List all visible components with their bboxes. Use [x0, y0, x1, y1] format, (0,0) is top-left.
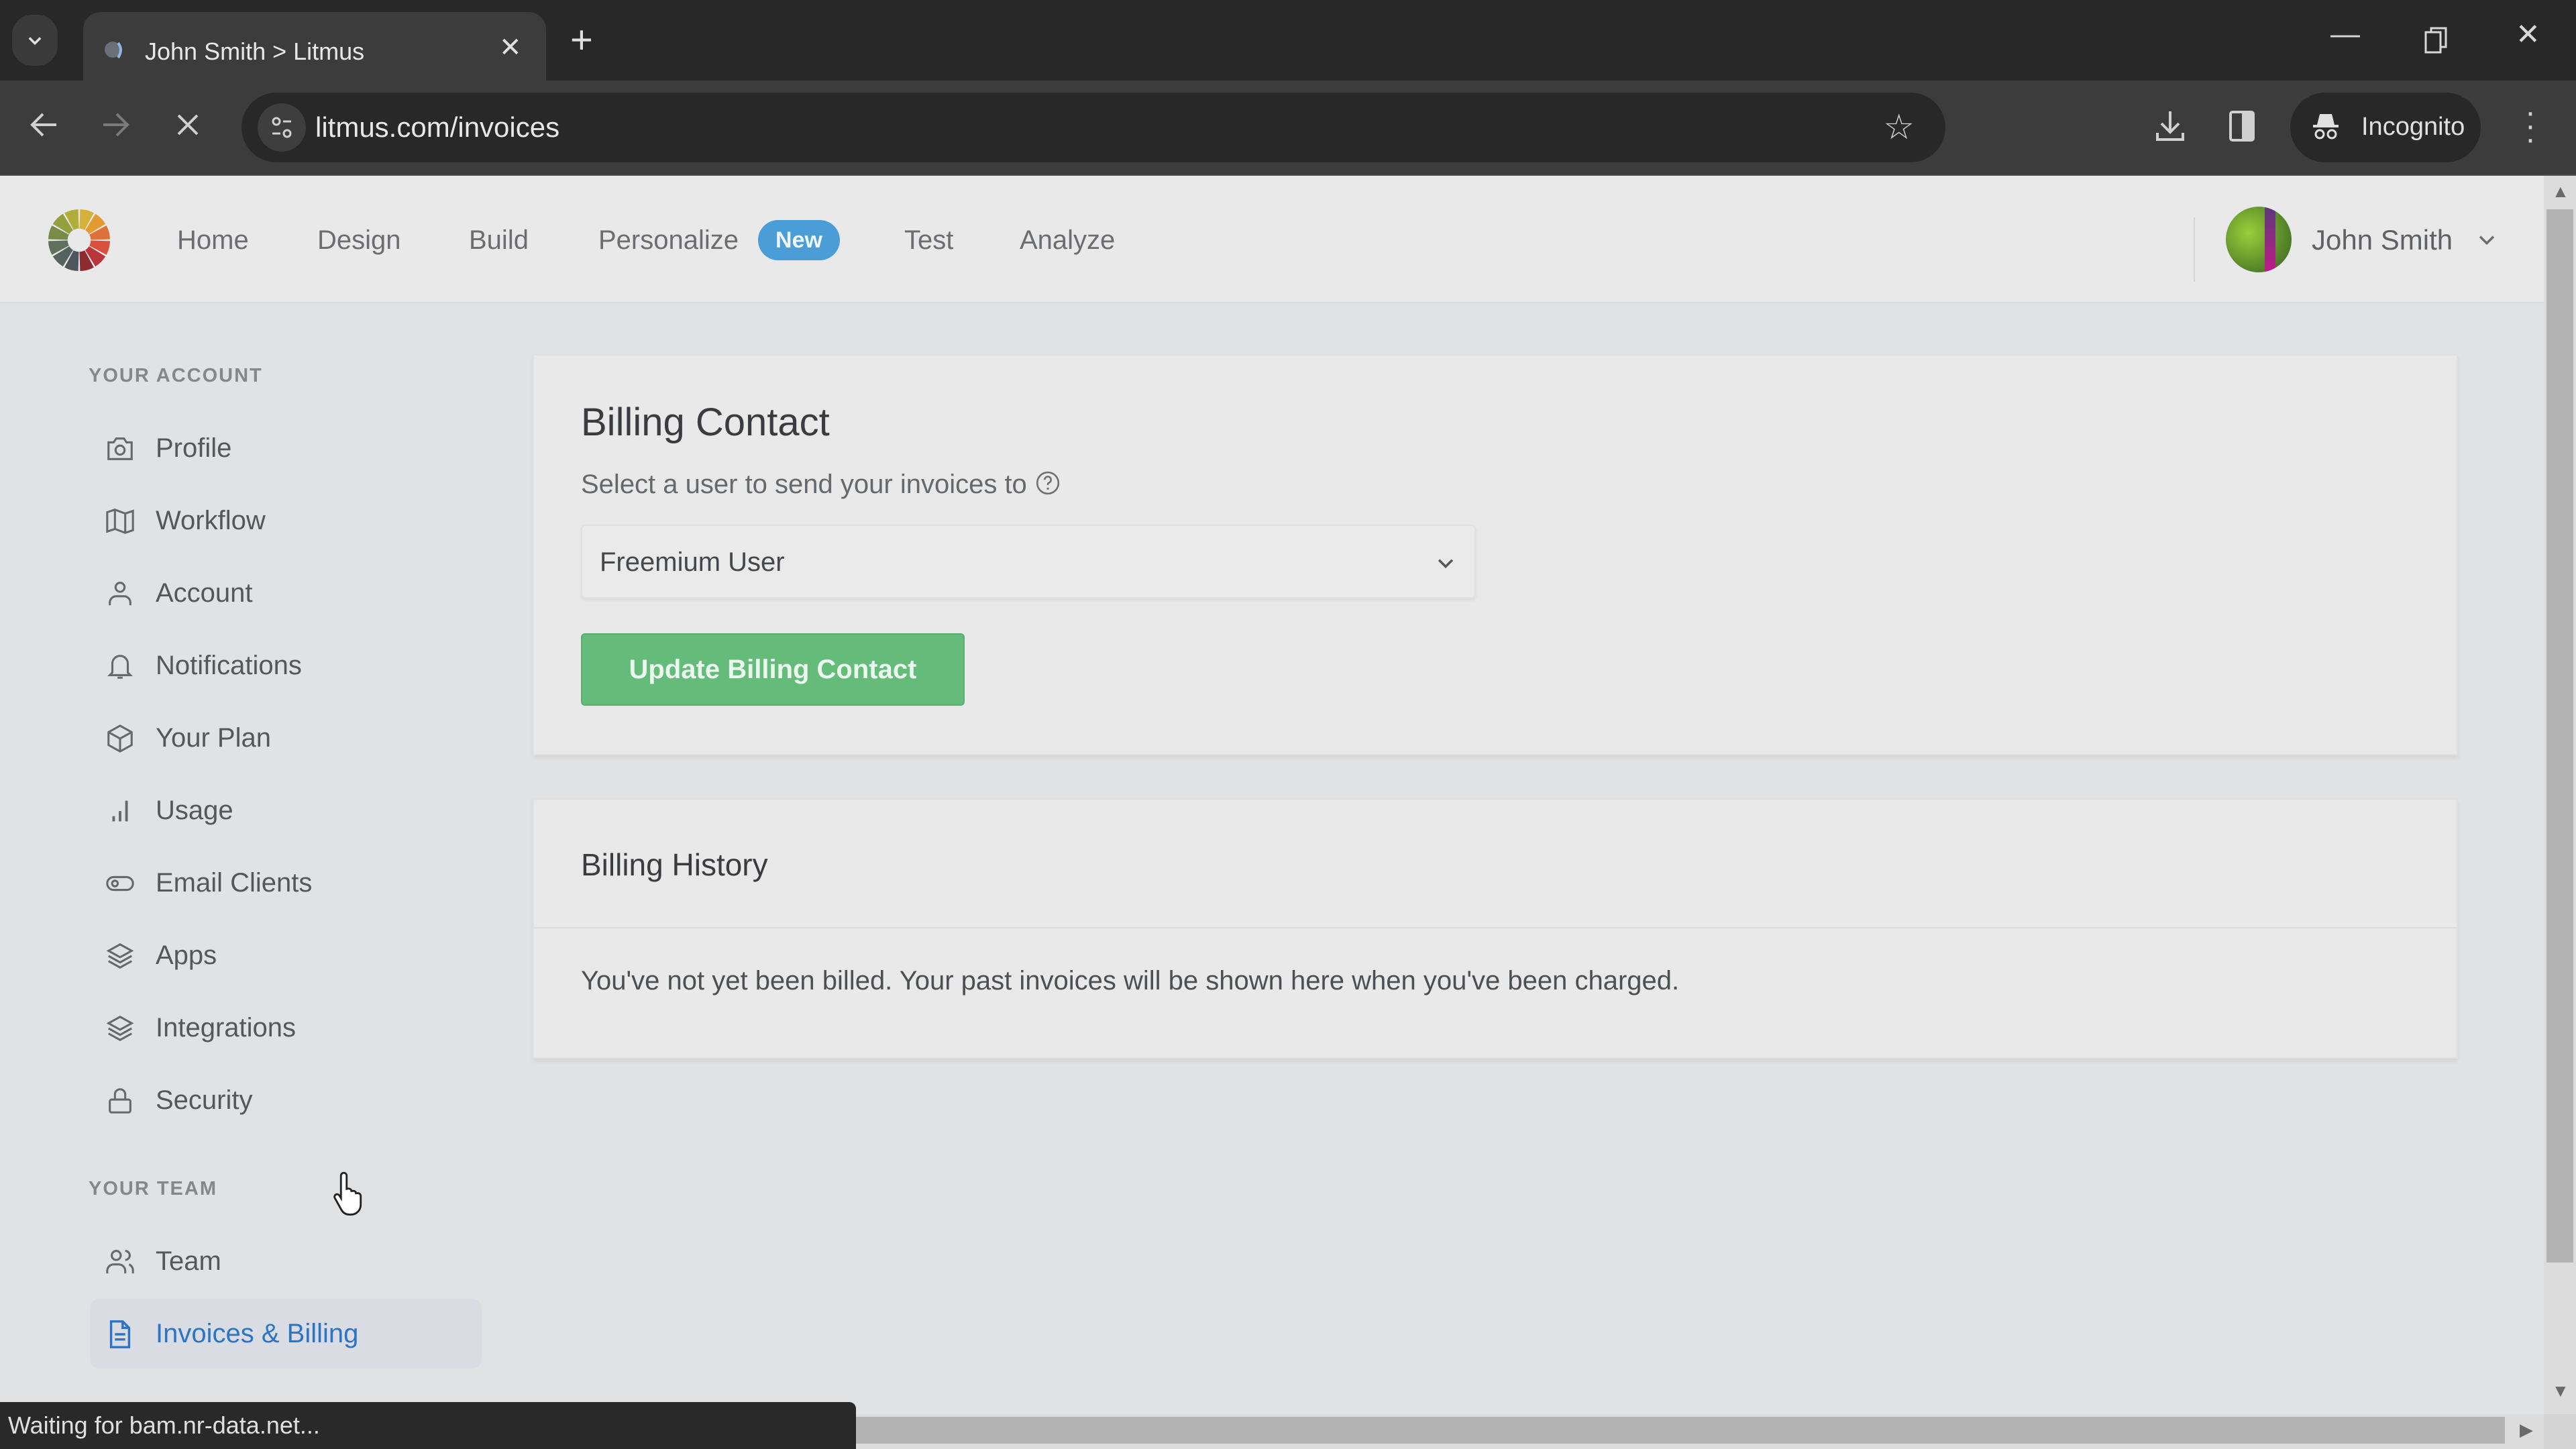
selected-user: Freemium User [600, 547, 785, 577]
users-icon [106, 1250, 134, 1274]
sidebar-item-workflow[interactable]: Workflow [90, 486, 482, 555]
sidebar-item-label: Invoices & Billing [156, 1319, 359, 1348]
minimize-icon[interactable]: — [2330, 17, 2360, 51]
bar-chart-icon [112, 800, 128, 822]
billing-history-card: Billing History You've not yet been bill… [533, 798, 2458, 1059]
layers-icon [106, 943, 134, 969]
update-billing-contact-button[interactable]: Update Billing Contact [581, 633, 965, 706]
download-icon[interactable] [2153, 109, 2187, 144]
sidebar-item-your-plan[interactable]: Your Plan [90, 703, 482, 773]
subtitle-text: Select a user to send your invoices to [581, 470, 1027, 499]
box-icon [107, 724, 133, 753]
sidebar-item-label: Security [156, 1085, 253, 1115]
avatar[interactable] [2226, 207, 2292, 272]
chevron-down-icon [1438, 559, 1454, 569]
nav-test[interactable]: Test [904, 225, 953, 256]
map-icon [106, 508, 134, 534]
forward-icon[interactable] [101, 111, 130, 138]
bookmark-star-icon[interactable]: ☆ [1883, 107, 1915, 148]
camera-icon [107, 437, 133, 460]
sidebar-item-integrations[interactable]: Integrations [90, 993, 482, 1063]
sidebar-item-label: Account [156, 578, 253, 608]
billing-contact-title: Billing Contact [581, 400, 830, 444]
lock-icon [109, 1088, 131, 1114]
side-panel-icon[interactable] [2229, 110, 2255, 142]
tab-search-button[interactable] [12, 15, 58, 66]
nav-home[interactable]: Home [177, 225, 249, 256]
sidebar-item-security[interactable]: Security [90, 1065, 482, 1135]
incognito-icon [2313, 114, 2339, 140]
billing-history-title: Billing History [581, 847, 768, 882]
bell-icon [107, 655, 133, 679]
sidebar-item-profile[interactable]: Profile [90, 413, 482, 483]
sidebar-item-account[interactable]: Account [90, 558, 482, 628]
sidebar-item-usage[interactable]: Usage [90, 775, 482, 845]
browser-tab-active[interactable]: John Smith > Litmus ✕ [83, 12, 546, 80]
scrollbar-corner [2544, 1414, 2576, 1449]
browser-tab-strip: John Smith > Litmus ✕ + — ✕ [0, 0, 2576, 80]
sidebar-item-label: Integrations [156, 1013, 297, 1042]
hand-cursor-icon [333, 1171, 362, 1216]
scroll-up-arrow-icon[interactable]: ▲ [2552, 181, 2569, 202]
nav-design[interactable]: Design [317, 225, 401, 256]
sidebar-item-label: Email Clients [156, 868, 313, 898]
nav-build[interactable]: Build [469, 225, 529, 256]
restore-icon[interactable] [2423, 25, 2450, 55]
sidebar-item-label: Team [156, 1246, 221, 1276]
divider [534, 927, 2457, 928]
header-divider [2194, 217, 2195, 282]
sidebar-item-email-clients[interactable]: Email Clients [90, 848, 482, 918]
sidebar-item-label: Notifications [156, 651, 302, 680]
sidebar-item-team[interactable]: Team [90, 1226, 482, 1296]
app-header: Home Design Build Personalize New Test A… [0, 176, 2544, 303]
layers-icon [106, 1015, 134, 1042]
incognito-label: Incognito [2361, 113, 2465, 141]
status-bubble: Waiting for bam.nr-data.net... [0, 1402, 856, 1449]
stop-loading-icon[interactable] [176, 113, 200, 137]
scroll-down-arrow-icon[interactable]: ▼ [2552, 1381, 2569, 1401]
incognito-indicator[interactable]: Incognito [2290, 93, 2481, 162]
sidebar-item-apps[interactable]: Apps [90, 920, 482, 990]
sidebar-item-label: Profile [156, 433, 232, 463]
chevron-down-icon[interactable] [2475, 228, 2498, 251]
sidebar-item-label: Your Plan [156, 723, 271, 753]
litmus-logo[interactable] [47, 208, 111, 272]
sidebar-item-invoices-billing[interactable]: Invoices & Billing [90, 1299, 482, 1368]
sidebar-item-label: Workflow [156, 506, 266, 535]
billing-contact-select[interactable]: Freemium User [581, 525, 1476, 598]
section-title-your-account: YOUR ACCOUNT [89, 365, 263, 386]
scroll-right-arrow-icon[interactable]: ▶ [2520, 1419, 2533, 1440]
url-text[interactable]: litmus.com/invoices [315, 111, 559, 144]
favicon-icon [105, 42, 122, 59]
billing-contact-card: Billing Contact Select a user to send yo… [533, 354, 2458, 755]
section-title-your-team: YOUR TEAM [89, 1178, 217, 1199]
sidebar-item-label: Usage [156, 796, 233, 825]
new-badge: New [758, 220, 840, 260]
sidebar-item-notifications[interactable]: Notifications [90, 631, 482, 700]
site-info-icon[interactable] [258, 103, 306, 152]
nav-personalize[interactable]: Personalize [598, 225, 739, 256]
billing-history-empty-message: You've not yet been billed. Your past in… [581, 966, 1680, 996]
nav-analyze[interactable]: Analyze [1020, 225, 1115, 256]
toggle-icon [106, 875, 134, 892]
back-icon[interactable] [30, 111, 59, 138]
chevron-down-icon [28, 37, 42, 46]
help-icon[interactable] [1035, 470, 1061, 496]
tab-title: John Smith > Litmus [145, 38, 365, 65]
address-bar[interactable]: litmus.com/invoices ☆ [241, 93, 1945, 162]
document-icon [109, 1320, 131, 1348]
user-menu-name[interactable]: John Smith [2312, 224, 2453, 256]
new-tab-icon[interactable]: + [570, 17, 593, 62]
billing-contact-subtitle: Select a user to send your invoices to [581, 470, 1061, 500]
sidebar-item-label: Apps [156, 941, 217, 970]
vertical-scroll-thumb[interactable] [2546, 209, 2573, 1263]
menu-kebab-icon[interactable]: · · · [2524, 97, 2537, 156]
close-tab-icon[interactable]: ✕ [499, 32, 522, 63]
close-window-icon[interactable]: ✕ [2516, 17, 2540, 52]
user-icon [109, 582, 131, 606]
